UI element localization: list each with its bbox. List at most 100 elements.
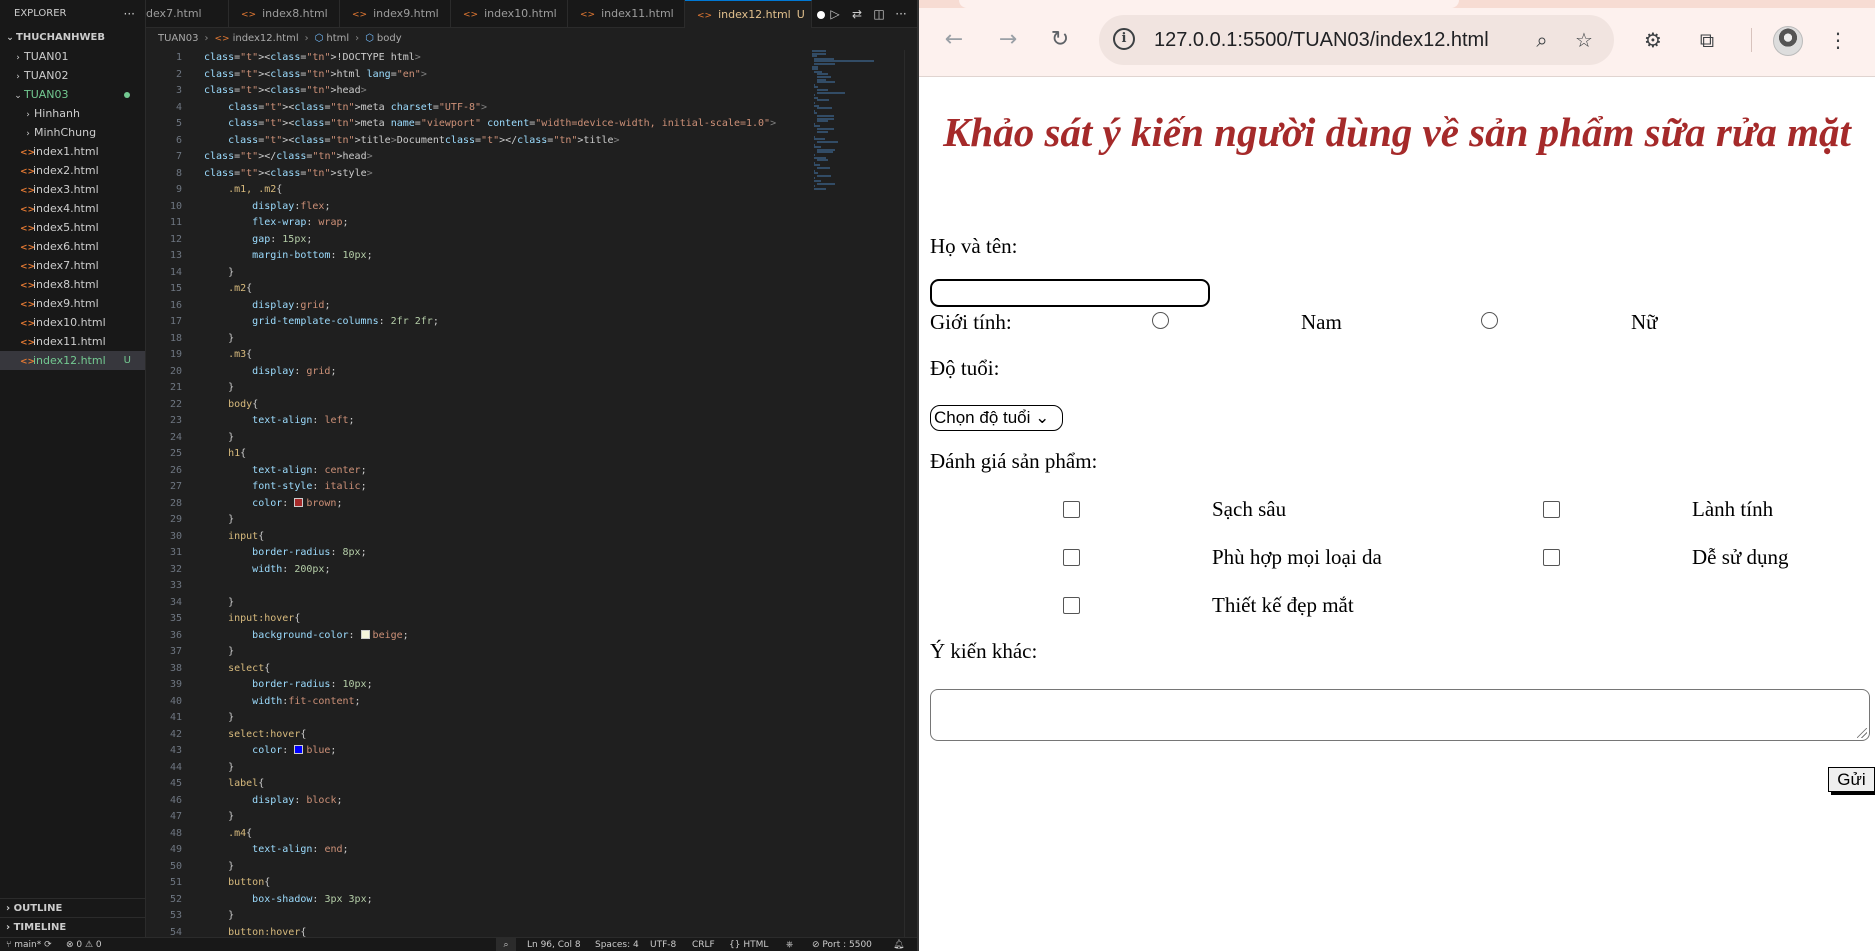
breadcrumb-file[interactable]: index12.html [233,33,299,44]
compare-icon[interactable]: ⇄ [846,0,868,28]
gender-radio-female[interactable] [1481,312,1498,329]
tab-index9[interactable]: <> index9.html [340,0,451,28]
tree-file-index2[interactable]: <>index2.html [0,161,145,180]
html-file-icon: <> [20,357,36,367]
code-text: } [204,910,235,921]
tree-file-index6[interactable]: <>index6.html [0,237,145,256]
gender-option-female[interactable]: Nữ [1631,310,1658,334]
tree-file-index4[interactable]: <>index4.html [0,199,145,218]
breadcrumb-folder[interactable]: TUAN03 [158,33,198,44]
forward-icon[interactable]: → [991,23,1025,57]
indent-status[interactable]: Spaces: 4 [595,938,639,951]
tree-folder-hinhanh[interactable]: › Hinhanh [0,104,145,123]
breadcrumb-html[interactable]: html [326,33,349,44]
editor-scrollbar[interactable] [904,50,917,937]
outline-section[interactable]: › OUTLINE [0,898,146,917]
line-number: 36 [169,629,182,641]
age-select[interactable]: Chọn độ tuổi ⌄ [930,405,1063,431]
eol-status[interactable]: CRLF [692,938,715,951]
menu-kebab-icon[interactable]: ⋮ [1821,23,1855,57]
browser-toolbar: ← → ↻ i 127.0.0.1:5500/TUAN03/index12.ht… [919,0,1875,77]
code-text: width:fit-content; [252,695,361,707]
minimap-line [816,141,839,143]
run-icon[interactable]: ▷ [824,0,846,28]
live-server-status[interactable]: ⊘ Port : 5500 [812,938,872,951]
rating-option-5[interactable]: Thiết kế đẹp mắt [1212,593,1354,617]
split-editor-icon[interactable]: ◫ [868,0,890,28]
tab-index11[interactable]: <> index11.html [568,0,685,28]
code-text: class="t"><class="tn">html lang="en"> [204,68,427,80]
tree-label: index12.html [33,354,106,367]
timeline-section[interactable]: › TIMELINE [0,917,146,936]
extension-icon[interactable]: ⚙ [1636,23,1670,57]
branch-status[interactable]: ⑂ main* ⟳ [6,938,52,951]
tree-file-index8[interactable]: <>index8.html [0,275,145,294]
tree-file-index5[interactable]: <>index5.html [0,218,145,237]
more-actions-icon[interactable]: ··· [124,0,135,28]
tree-label: index10.html [33,316,106,329]
code-text: } [204,596,235,608]
rating-checkbox-3[interactable] [1063,549,1080,566]
port-icon: ⊘ [812,940,823,950]
back-icon[interactable]: ← [937,23,971,57]
zoom-icon[interactable]: ⌕ [1530,28,1554,52]
tree-file-index7[interactable]: <>index7.html [0,256,145,275]
tree-file-index1[interactable]: <>index1.html [0,142,145,161]
problems-status[interactable]: ⊗ 0 ⚠ 0 [66,938,102,951]
site-info-icon[interactable]: i [1113,28,1135,50]
url-text[interactable]: 127.0.0.1:5500/TUAN03/index12.html [1154,15,1489,65]
profile-avatar[interactable] [1773,26,1803,56]
line-number: 32 [169,563,182,575]
code-text: } [204,382,235,393]
more-actions-icon[interactable]: ··· [890,0,912,28]
cursor-position[interactable]: Ln 96, Col 8 [527,938,581,951]
tree-folder-tuan02[interactable]: › TUAN02 [0,66,145,85]
rating-checkbox-5[interactable] [1063,597,1080,614]
rating-checkbox-4[interactable] [1543,549,1560,566]
encoding-status[interactable]: UTF-8 [650,938,676,951]
minimap[interactable] [812,50,904,250]
other-textarea[interactable] [930,689,1870,741]
tab-index12[interactable]: <> index12.html U [685,0,825,28]
tree-folder-tuan01[interactable]: › TUAN01 [0,47,145,66]
tab-index7[interactable]: dex7.html [146,0,229,28]
zoom-icon[interactable]: ⌕ [496,938,516,951]
html-file-icon: <> [697,11,713,21]
bookmark-star-icon[interactable]: ☆ [1572,28,1596,52]
extensions-puzzle-icon[interactable]: ⧉ [1690,23,1724,57]
copilot-icon[interactable]: ⎈ [786,938,793,951]
rating-checkbox-1[interactable] [1063,501,1080,518]
tree-file-index12[interactable]: <>index12.html U [0,351,145,370]
rating-option-4[interactable]: Dễ sử dụng [1692,545,1789,569]
active-tab[interactable] [959,0,1459,8]
web-page: Khảo sát ý kiến người dùng về sản phẩm s… [919,77,1875,951]
rating-option-2[interactable]: Lành tính [1692,497,1773,521]
rating-checkbox-2[interactable] [1543,501,1560,518]
address-bar[interactable]: i 127.0.0.1:5500/TUAN03/index12.html ⌕ ☆ [1099,15,1614,65]
gender-radio-male[interactable] [1152,312,1169,329]
gender-option-male[interactable]: Nam [1301,310,1342,334]
tree-file-index3[interactable]: <>index3.html [0,180,145,199]
name-input[interactable] [930,279,1210,307]
rating-option-1[interactable]: Sạch sâu [1212,497,1286,521]
workspace-root[interactable]: ⌄ THUCHANHWEB [0,28,145,47]
tree-file-index11[interactable]: <>index11.html [0,332,145,351]
tree-file-index9[interactable]: <>index9.html [0,294,145,313]
breadcrumb-body[interactable]: body [377,33,402,44]
submit-button[interactable]: Gửi [1828,767,1875,792]
tab-index8[interactable]: <> index8.html [229,0,340,28]
tree-folder-tuan03[interactable]: ⌄ TUAN03 [0,85,145,104]
tree-file-index10[interactable]: <>index10.html [0,313,145,332]
language-status[interactable]: {} HTML [729,938,768,951]
status-bar: ⑂ main* ⟳ ⊗ 0 ⚠ 0 ⌕ Ln 96, Col 8 Spaces:… [0,937,917,951]
tree-folder-minhchung[interactable]: › MinhChung [0,123,145,142]
reload-icon[interactable]: ↻ [1043,23,1077,57]
notifications-icon[interactable]: 🔔︎ [893,938,904,951]
resize-handle-icon[interactable] [1857,728,1867,738]
code-text: class="t"><class="tn">!DOCTYPE html> [204,52,421,63]
code-editor[interactable]: 1 class="t"><class="tn">!DOCTYPE html> 2 cl… [146,50,904,937]
line-number: 45 [169,778,182,789]
rating-label: Đánh giá sản phẩm: [930,449,1098,473]
tab-index10[interactable]: <> index10.html [451,0,568,28]
rating-option-3[interactable]: Phù hợp mọi loại da [1212,545,1382,569]
